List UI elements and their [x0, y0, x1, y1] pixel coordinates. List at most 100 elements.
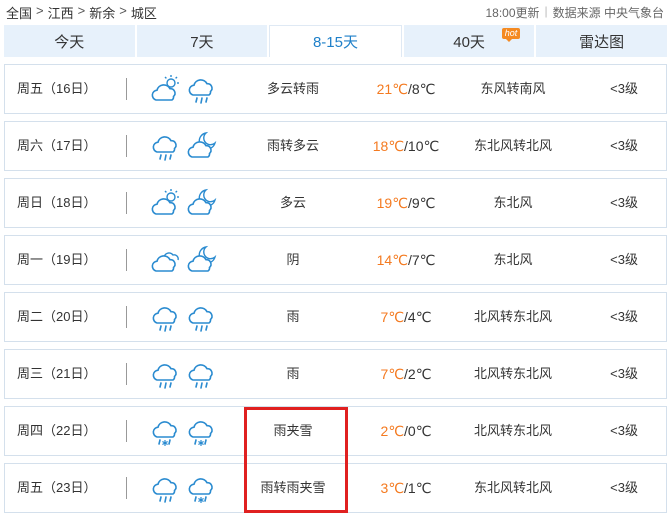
wind-level: <3级 [610, 195, 638, 210]
divider: | [544, 4, 548, 18]
low-temperature: /2℃ [404, 366, 432, 382]
overcast-cloud-icon [151, 252, 179, 272]
breadcrumb-item-country[interactable]: 全国 [6, 3, 32, 22]
tab-label: 8-15天 [312, 34, 358, 51]
forecast-row: 周二（20日） 雨 7℃/4℃ 北风转东北风 <3级 [4, 292, 667, 342]
tab-today[interactable]: 今天 [4, 25, 135, 57]
weather-description: 雨 [286, 309, 300, 324]
hot-badge: hot [501, 28, 521, 42]
forecast-row: 周五（16日） 多云转雨 21℃/8℃ 东风转南风 <3级 [4, 64, 667, 114]
breadcrumb: 全国 > 江西 > 新余 > 城区 [6, 3, 157, 22]
partly-cloudy-night-icon [187, 131, 217, 158]
rain-cloud-icon [152, 307, 177, 332]
weather-description: 雨 [286, 366, 300, 381]
breadcrumb-separator: > [77, 3, 86, 18]
tab-label: 雷达图 [579, 33, 625, 51]
wind-level: <3级 [610, 81, 638, 96]
top-bar: 全国 > 江西 > 新余 > 城区 18:00更新 | 数据来源 中央气象台 [0, 0, 672, 22]
forecast-row: 周日（18日） 多云 19℃/9℃ 东北风 <3级 [4, 178, 667, 228]
rain-cloud-icon [152, 364, 177, 389]
tab-8-15-days[interactable]: 8-15天 [269, 25, 402, 57]
high-temperature: 21℃ [376, 81, 408, 97]
forecast-row: 周三（21日） 雨 7℃/2℃ 北风转东北风 <3级 [4, 349, 667, 399]
divider [126, 420, 127, 442]
forecast-day: 周三（21日） [17, 366, 97, 381]
low-temperature: /9℃ [407, 195, 436, 211]
breadcrumb-item-city[interactable]: 新余 [89, 3, 115, 22]
partly-cloudy-day-icon [151, 75, 179, 101]
high-temperature: 7℃ [380, 366, 405, 382]
forecast-day: 周五（23日） [17, 480, 97, 495]
wind-level: <3级 [610, 309, 638, 324]
divider [126, 135, 127, 157]
temperature-range: 7℃/4℃ [361, 293, 451, 341]
low-temperature: /8℃ [407, 81, 436, 97]
forecast-row: 周一（19日） 阴 14℃/7℃ 东北风 <3级 [4, 235, 667, 285]
wind-level: <3级 [610, 480, 638, 495]
wind-direction: 北风转东北风 [473, 423, 552, 438]
forecast-day: 周五（16日） [17, 81, 97, 96]
divider [126, 192, 127, 214]
weather-icons [150, 130, 220, 162]
weather-icons [150, 301, 220, 333]
wind-direction: 东北风 [493, 252, 533, 267]
breadcrumb-item-province[interactable]: 江西 [48, 3, 74, 22]
wind-level: <3级 [610, 138, 638, 153]
tab-radar[interactable]: 雷达图 [536, 25, 667, 57]
tab-label: 今天 [54, 33, 85, 51]
wind-direction: 东北风 [493, 195, 533, 210]
rain-cloud-icon [152, 136, 177, 161]
wind-level: <3级 [610, 366, 638, 381]
low-temperature: /10℃ [404, 138, 440, 154]
forecast-day: 周一（19日） [17, 252, 97, 267]
weather-icons [150, 187, 220, 219]
high-temperature: 2℃ [380, 423, 405, 439]
rain-cloud-icon [188, 79, 213, 104]
divider [126, 477, 127, 499]
high-temperature: 19℃ [376, 195, 408, 211]
partly-cloudy-night-icon [187, 245, 217, 272]
tab-40-days[interactable]: 40天 hot [403, 25, 535, 57]
partly-cloudy-day-icon [151, 189, 179, 215]
update-time: 18:00更新 [485, 6, 540, 20]
low-temperature: /0℃ [404, 423, 432, 439]
rain-cloud-icon [188, 364, 213, 389]
wind-direction: 北风转东北风 [473, 366, 552, 381]
breadcrumb-separator: > [119, 3, 127, 18]
divider [126, 306, 127, 328]
high-temperature: 7℃ [380, 309, 405, 325]
temperature-range: 19℃/9℃ [361, 179, 451, 227]
partly-cloudy-night-icon [187, 188, 217, 215]
temperature-range: 21℃/8℃ [361, 65, 451, 113]
weather-icons [150, 358, 220, 390]
forecast-tabs: 今天 7天 8-15天 40天 hot 雷达图 [4, 25, 667, 57]
weather-description: 多云 [279, 195, 306, 210]
rain-cloud-icon [188, 307, 213, 332]
weather-description: 雨转多云 [266, 138, 319, 153]
high-temperature: 3℃ [380, 480, 405, 496]
divider [126, 363, 127, 385]
temperature-range: 7℃/2℃ [361, 350, 451, 398]
data-source: 数据来源 中央气象台 [552, 6, 664, 20]
weather-icons [150, 244, 220, 276]
weather-icons [150, 472, 220, 504]
weather-icons [150, 415, 220, 447]
forecast-day: 周二（20日） [17, 309, 97, 324]
divider [126, 78, 127, 100]
high-temperature: 18℃ [372, 138, 405, 154]
breadcrumb-separator: > [36, 3, 44, 18]
highlight-box [244, 407, 348, 513]
sleet-cloud-icon [188, 421, 213, 446]
temperature-range: 2℃/0℃ [361, 407, 451, 455]
weather-description: 多云转雨 [266, 81, 319, 96]
tab-label: 40天 [453, 33, 485, 51]
weather-description: 阴 [286, 252, 300, 267]
rain-cloud-icon [152, 478, 177, 503]
tab-7-days[interactable]: 7天 [136, 25, 268, 57]
forecast-day: 周六（17日） [17, 138, 97, 153]
divider [126, 249, 127, 271]
wind-direction: 东北风转北风 [473, 480, 552, 495]
high-temperature: 14℃ [376, 252, 408, 268]
sleet-cloud-icon [152, 421, 177, 446]
wind-direction: 东北风转北风 [473, 138, 552, 153]
